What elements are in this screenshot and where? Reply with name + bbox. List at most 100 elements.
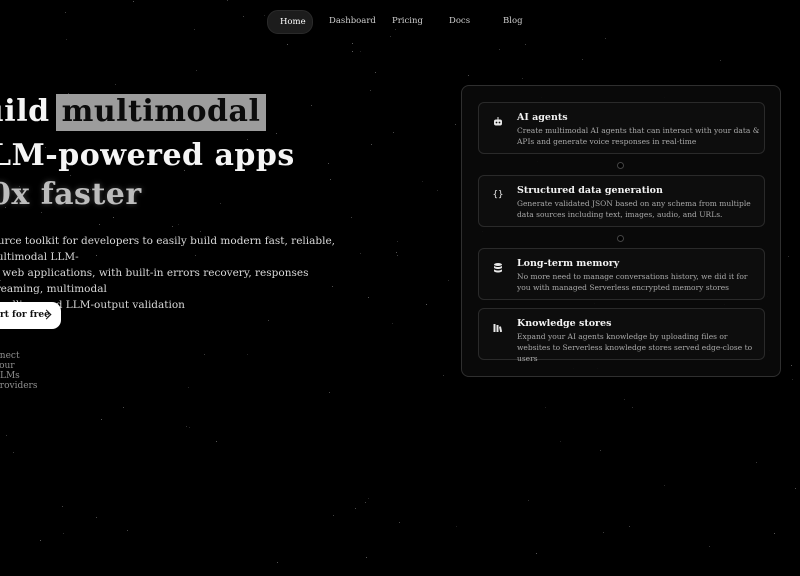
star — [397, 241, 398, 242]
star — [41, 212, 42, 213]
star — [63, 533, 64, 534]
star — [390, 36, 391, 37]
star — [399, 522, 400, 523]
star — [99, 224, 100, 225]
hero-description-line: source toolkit for developers to easily … — [0, 235, 336, 263]
star — [664, 485, 665, 486]
star — [792, 379, 793, 380]
star — [368, 498, 369, 499]
star — [629, 526, 630, 527]
star — [268, 320, 269, 321]
nav-dashboard[interactable]: Dashboard — [317, 10, 376, 32]
hero-description: source toolkit for developers to easily … — [0, 233, 366, 313]
star — [456, 526, 457, 527]
star — [62, 506, 63, 507]
star — [115, 84, 116, 85]
feature-card-long-term-memory[interactable]: Long-term memory No more need to manage … — [478, 248, 765, 300]
hero-headline-line1: uildmultimodal — [0, 94, 267, 131]
star — [522, 78, 523, 79]
feature-title: Long-term memory — [517, 258, 620, 269]
feature-description: No more need to manage conversations his… — [517, 272, 748, 292]
headline-prefix: uild — [0, 94, 50, 129]
star — [330, 179, 331, 180]
feature-description: Expand your AI agents knowledge by uploa… — [517, 332, 753, 363]
star — [468, 75, 469, 76]
star — [311, 105, 312, 106]
star — [352, 43, 353, 44]
hero-description-line: ed web applications, with built-in error… — [0, 267, 309, 295]
star — [287, 44, 288, 45]
star — [795, 488, 796, 489]
feature-card-knowledge-stores[interactable]: Knowledge stores Expand your AI agents k… — [478, 308, 765, 363]
star — [370, 90, 371, 91]
star — [333, 515, 334, 516]
star — [632, 407, 633, 408]
star — [422, 181, 423, 182]
star — [756, 462, 757, 463]
star — [227, 0, 228, 1]
star — [113, 217, 114, 218]
start-for-free-button[interactable]: rt for free — [0, 302, 61, 329]
nav-docs[interactable]: Docs — [437, 10, 477, 32]
star — [220, 203, 221, 204]
feature-card-structured-data[interactable]: {} Structured data generation Generate v… — [478, 175, 765, 227]
star — [426, 304, 427, 305]
star — [6, 435, 7, 436]
database-icon — [492, 262, 504, 274]
star — [329, 392, 330, 393]
star — [178, 224, 179, 225]
star — [720, 60, 721, 61]
star — [536, 553, 537, 554]
star — [351, 217, 352, 218]
star — [396, 252, 397, 253]
nav-blog[interactable]: Blog — [491, 10, 531, 32]
nav-home[interactable]: Home — [267, 10, 313, 34]
headline-highlight: multimodal — [55, 94, 267, 131]
star — [397, 255, 398, 256]
star — [624, 399, 625, 400]
hero-headline-line3: 0x faster — [0, 177, 142, 212]
star — [277, 562, 278, 563]
robot-icon — [492, 116, 504, 128]
star — [66, 39, 67, 40]
connector-dot — [617, 162, 624, 169]
star — [186, 426, 187, 427]
star — [605, 38, 606, 39]
star — [371, 144, 372, 145]
feature-card-ai-agents[interactable]: AI agents Create multimodal AI agents th… — [478, 102, 765, 154]
features-panel: AI agents Create multimodal AI agents th… — [461, 85, 781, 377]
star — [204, 354, 205, 355]
star — [375, 72, 376, 73]
connect-providers-text: nnect your LLMs providers — [0, 351, 38, 391]
star — [791, 365, 792, 366]
star — [188, 387, 189, 388]
star — [13, 452, 14, 453]
star — [276, 133, 277, 134]
top-nav: Home Dashboard Pricing Docs Blog — [0, 10, 800, 34]
star — [788, 256, 789, 257]
star — [247, 354, 248, 355]
star — [392, 323, 393, 324]
star — [123, 407, 124, 408]
feature-title: AI agents — [517, 112, 568, 123]
star — [352, 51, 353, 52]
star — [368, 297, 369, 298]
star — [172, 226, 173, 227]
feature-title: Knowledge stores — [517, 318, 612, 329]
star — [603, 532, 604, 533]
nav-pricing[interactable]: Pricing — [380, 10, 428, 32]
star — [200, 231, 201, 232]
star — [393, 132, 394, 133]
feature-title: Structured data generation — [517, 185, 663, 196]
star — [328, 163, 329, 164]
star — [216, 441, 217, 442]
star — [774, 533, 775, 534]
star — [133, 1, 134, 2]
star — [528, 500, 529, 501]
star — [127, 530, 128, 531]
star — [525, 44, 526, 45]
star — [443, 375, 444, 376]
hero-headline-line2: LM-powered apps — [0, 138, 295, 173]
star — [560, 441, 561, 442]
star — [437, 190, 438, 191]
